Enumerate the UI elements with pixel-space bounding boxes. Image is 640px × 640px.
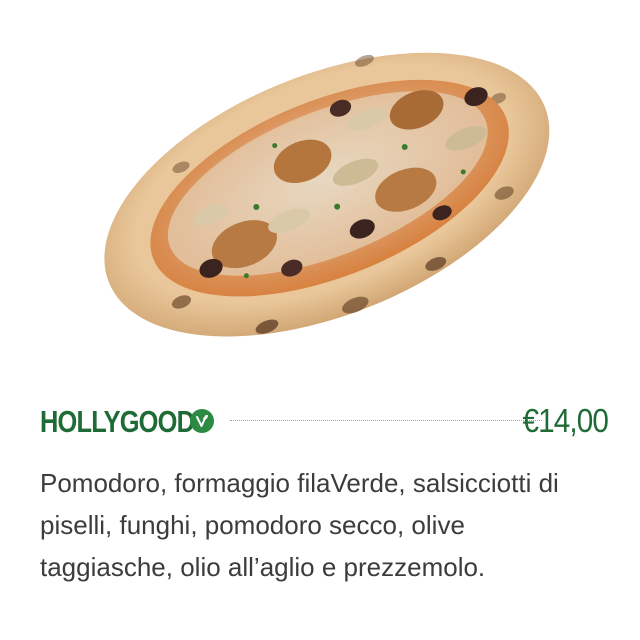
product-card[interactable]: HOLLYGOOD €14,00 Pomodoro, formaggio fil… [0, 0, 640, 640]
vegan-leaf-icon [190, 409, 214, 433]
dotted-leader-line [230, 420, 542, 421]
product-name: HOLLYGOOD [40, 404, 195, 439]
product-description: Pomodoro, formaggio filaVerde, salsiccio… [40, 468, 559, 582]
pizza-image [80, 20, 570, 360]
title-row: HOLLYGOOD €14,00 [40, 398, 609, 446]
pizza-illustration [104, 52, 550, 337]
product-price: €14,00 [522, 402, 609, 439]
